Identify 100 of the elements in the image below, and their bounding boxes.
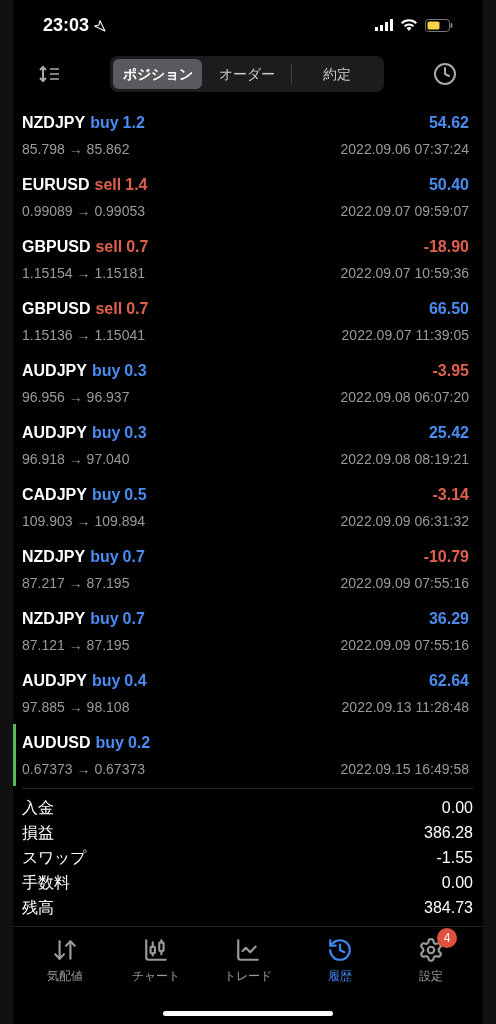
order-side-text: buy	[90, 112, 119, 133]
profit-text: 62.64	[428, 670, 469, 691]
volume-text: 0.5	[124, 484, 147, 505]
segment-tab[interactable]: ポジション	[113, 59, 202, 89]
summary-value: 384.73	[424, 897, 473, 918]
trade-row[interactable]: AUDJPY buy 0.3 -3.95 96.956 → 96.937 2022.09.08 06:07:20	[13, 352, 473, 414]
summary-label: 損益	[22, 822, 54, 843]
time-text: 2022.09.06 07:37:24	[340, 139, 469, 159]
tab-bar-item[interactable]: 気配値	[22, 927, 107, 985]
sort-icon[interactable]	[39, 65, 61, 83]
wifi-icon	[401, 19, 417, 31]
order-side-text: buy	[90, 546, 119, 567]
tab-bar-item[interactable]: 設定 4	[389, 927, 474, 985]
price-range-text: 0.67373 → 0.67373	[22, 759, 145, 779]
price-range-text: 96.918 → 97.040	[22, 449, 130, 469]
volume-text: 0.3	[124, 360, 147, 381]
time-text: 2022.09.08 06:07:20	[340, 387, 469, 407]
segment-tab[interactable]: オーダー	[202, 59, 291, 89]
symbol-text: AUDJPY	[22, 422, 87, 443]
order-side-text: sell	[95, 298, 123, 319]
price-range-text: 87.121 → 87.195	[22, 635, 130, 655]
price-range-text: 97.885 → 98.108	[22, 697, 130, 717]
profit-text: 36.29	[428, 608, 469, 629]
volume-text: 0.7	[122, 608, 145, 629]
symbol-text: AUDJPY	[22, 670, 87, 691]
trade-row[interactable]: NZDJPY buy 1.2 54.62 85.798 → 85.862 2022.09.06 07:37:24	[13, 104, 473, 166]
trade-row[interactable]: AUDJPY buy 0.3 25.42 96.918 → 97.040 2022.09.08 08:19:21	[13, 414, 473, 476]
time-text: 2022.09.09 07:55:16	[340, 573, 469, 593]
volume-text: 0.2	[127, 732, 151, 753]
tab-bar-item[interactable]: 履歴	[297, 927, 382, 985]
price-range-text: 1.15154 → 1.15181	[22, 263, 145, 283]
time-text: 2022.09.07 09:59:07	[340, 201, 469, 221]
profit-text: 50.40	[428, 174, 469, 195]
symbol-text: AUDUSD	[22, 732, 91, 753]
profit-text: 54.62	[428, 112, 469, 133]
time-text: 2022.09.09 06:31:32	[340, 511, 469, 531]
volume-text: 0.3	[124, 422, 147, 443]
order-side-text: sell	[94, 174, 122, 195]
time-text: 2022.09.08 08:19:21	[340, 449, 469, 469]
volume-text: 0.7	[122, 546, 145, 567]
order-side-text: buy	[91, 484, 121, 505]
price-range-text: 1.15136 → 1.15041	[22, 325, 145, 345]
order-side-text: buy	[95, 732, 124, 753]
trade-row[interactable]: AUDUSD buy 0.2 0.67373 → 0.67373 2022.09.15 16:49:58	[13, 724, 473, 786]
price-range-text: 109.903 → 109.894	[22, 511, 145, 531]
arrows-icon	[51, 937, 78, 963]
candlestick-icon	[143, 937, 170, 963]
symbol-text: EURUSD	[22, 174, 90, 195]
tab-bar-item[interactable]: チャート	[114, 927, 199, 985]
trade-row[interactable]: GBPUSD sell 0.7 -18.90 1.15154 → 1.15181 2022.09.07 10:59:36	[13, 228, 473, 290]
price-range-text: 96.956 → 96.937	[22, 387, 130, 407]
order-side-text: sell	[95, 236, 123, 257]
trade-row[interactable]: GBPUSD sell 0.7 66.50 1.15136 → 1.15041 2022.09.07 11:39:05	[13, 290, 473, 352]
clock-time: 23:03	[43, 13, 90, 37]
profit-text: -10.79	[423, 546, 469, 567]
summary-value: -1.55	[436, 847, 473, 868]
volume-text: 0.7	[126, 236, 149, 257]
trade-row[interactable]: CADJPY buy 0.5 -3.14 109.903 → 109.894 2022.09.09 06:31:32	[13, 476, 473, 538]
location-arrow-icon	[93, 18, 107, 32]
price-range-text: 85.798 → 85.862	[22, 139, 130, 159]
symbol-text: NZDJPY	[22, 608, 86, 629]
profit-text: -18.90	[423, 236, 469, 257]
summary-value: 0.00	[441, 797, 473, 818]
symbol-text: GBPUSD	[22, 298, 91, 319]
symbol-text: CADJPY	[22, 484, 87, 505]
price-range-text: 0.99089 → 0.99053	[22, 201, 145, 221]
gear-icon	[418, 937, 445, 963]
summary-label: 入金	[22, 797, 54, 818]
trade-row[interactable]: EURUSD sell 1.4 50.40 0.99089 → 0.99053 2022.09.07 09:59:07	[13, 166, 473, 228]
symbol-text: NZDJPY	[22, 546, 86, 567]
symbol-text: GBPUSD	[22, 236, 91, 257]
volume-text: 0.7	[126, 298, 149, 319]
order-side-text: buy	[91, 422, 121, 443]
order-side-text: buy	[91, 670, 121, 691]
time-text: 2022.09.15 16:49:58	[340, 759, 469, 779]
order-side-text: buy	[90, 608, 119, 629]
summary-value: 386.28	[424, 822, 473, 843]
trade-row[interactable]: AUDJPY buy 0.4 62.64 97.885 → 98.108 2022.09.13 11:28:48	[13, 662, 473, 724]
tab-bar-item[interactable]: トレード	[206, 927, 290, 985]
price-range-text: 87.217 → 87.195	[22, 573, 130, 593]
profit-text: 66.50	[428, 298, 469, 319]
trade-row[interactable]: NZDJPY buy 0.7 36.29 87.121 → 87.195 2022.09.09 07:55:16	[13, 600, 473, 662]
summary-label: 手数料	[22, 872, 70, 893]
volume-text: 1.2	[122, 112, 145, 133]
order-side-text: buy	[91, 360, 121, 381]
clock-icon[interactable]	[433, 62, 457, 86]
summary-label: スワップ	[22, 847, 86, 868]
summary-label: 残高	[22, 897, 54, 918]
line-chart-icon	[235, 937, 261, 963]
symbol-text: NZDJPY	[22, 112, 86, 133]
volume-text: 0.4	[124, 670, 147, 691]
history-icon	[326, 937, 353, 963]
segment-tab[interactable]: 約定	[292, 59, 381, 89]
time-text: 2022.09.07 11:39:05	[341, 325, 469, 345]
volume-text: 1.4	[125, 174, 148, 195]
time-text: 2022.09.07 10:59:36	[340, 263, 469, 283]
summary-value: 0.00	[441, 872, 473, 893]
signal-icon	[375, 19, 393, 31]
battery-icon	[425, 18, 453, 32]
trade-row[interactable]: NZDJPY buy 0.7 -10.79 87.217 → 87.195 2022.09.09 07:55:16	[13, 538, 473, 600]
